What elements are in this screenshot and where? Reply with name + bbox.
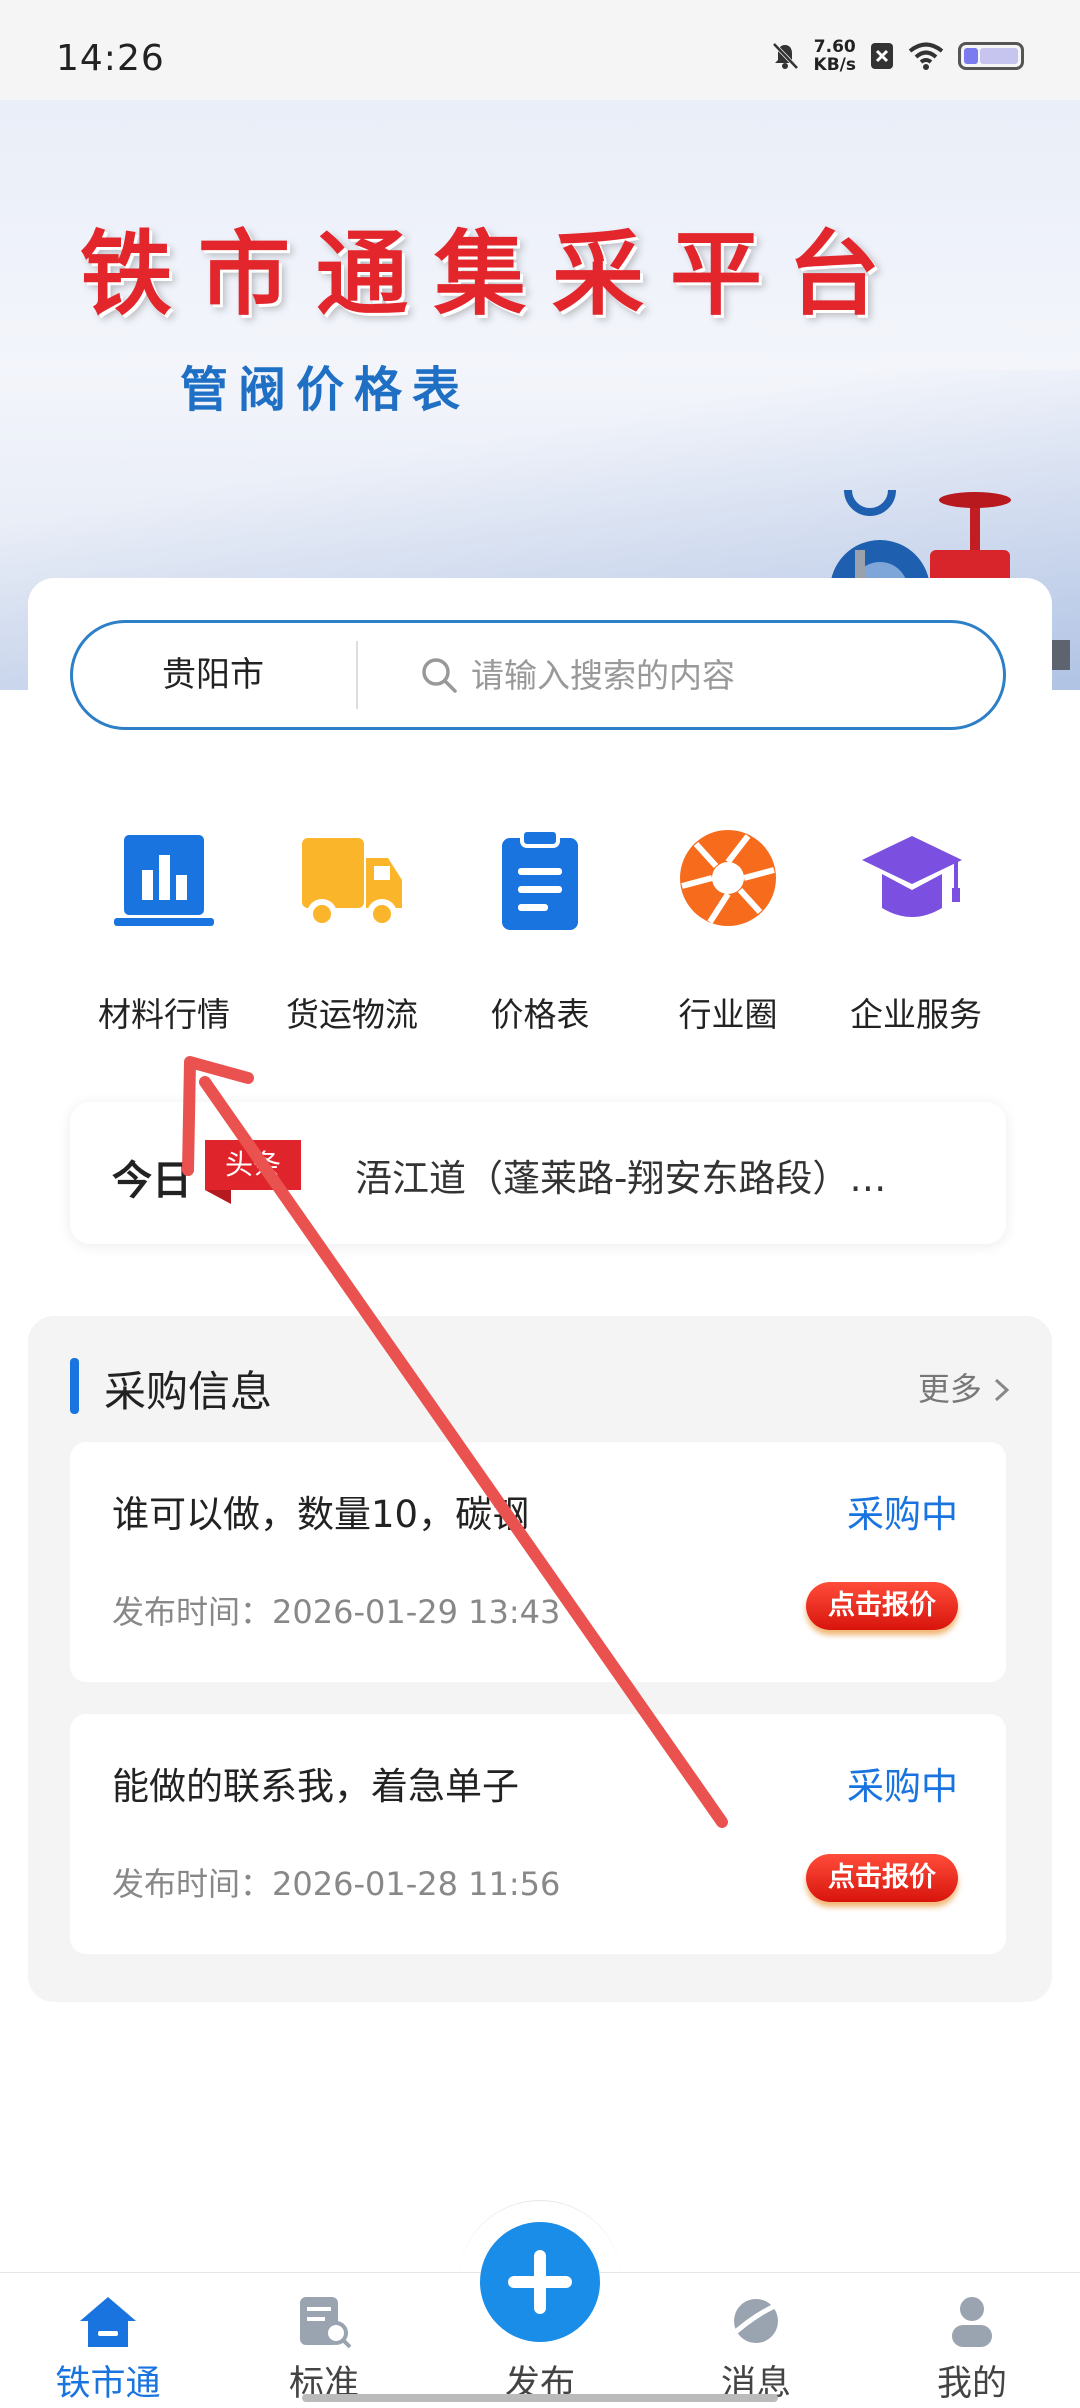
status-bar: 14:26 7.60 KB/s [0, 0, 1080, 100]
nav-label: 铁市通 [55, 2364, 161, 2404]
quick-menu-enterprise-service[interactable]: 企业服务 [822, 830, 1010, 1050]
document-search-icon [300, 2297, 352, 2349]
headline-banner[interactable]: 今日 头条 浯江道（蓬莱路-翔安东路段）… [70, 1102, 1006, 1244]
search-input[interactable] [471, 647, 971, 703]
nav-item-mine[interactable]: 我的 [864, 2273, 1080, 2408]
section-accent-bar [70, 1358, 79, 1414]
quick-menu-industry-circle[interactable]: 行业圈 [634, 830, 822, 1050]
quick-menu-label: 行业圈 [678, 995, 778, 1034]
banner-title: 铁市通集采平台 [80, 220, 907, 328]
chart-board-icon [114, 835, 214, 926]
aperture-icon [680, 830, 776, 926]
purchase-card-title: 能做的联系我，着急单子 [112, 1765, 519, 1808]
more-link[interactable]: 更多 [918, 1364, 1012, 1410]
nav-item-home[interactable]: 铁市通 [0, 2273, 216, 2408]
net-speed: 7.60 KB/s [813, 37, 856, 75]
truck-icon [302, 838, 402, 929]
quick-menu-logistics[interactable]: 货运物流 [258, 830, 446, 1050]
status-time: 14:26 [56, 38, 165, 79]
divider [356, 641, 358, 709]
status-icons: 7.60 KB/s [770, 38, 1024, 74]
purchase-section: 采购信息 更多 谁可以做，数量10，碳钢 发布时间：2026-01-29 13:… [28, 1316, 1052, 2002]
purchase-card-time: 发布时间：2026-01-28 11:56 [112, 1865, 561, 1903]
plus-icon [508, 2250, 572, 2314]
city-selector[interactable]: 贵阳市 [73, 623, 353, 727]
publish-button[interactable] [480, 2222, 600, 2342]
wifi-icon [908, 42, 944, 70]
headline-text[interactable]: 浯江道（蓬莱路-翔安东路段）… [355, 1148, 886, 1202]
quote-button[interactable]: 点击报价 [806, 1854, 958, 1902]
purchase-card-time: 发布时间：2026-01-29 13:43 [112, 1593, 561, 1631]
quick-menu-label: 价格表 [490, 995, 590, 1034]
quick-menu-label: 货运物流 [286, 995, 418, 1034]
banner-subtitle: 管阀价格表 [180, 362, 471, 418]
purchase-card-title: 谁可以做，数量10，碳钢 [112, 1493, 530, 1536]
quick-menu-material-market[interactable]: 材料行情 [70, 830, 258, 1050]
chevron-right-icon [994, 1378, 1010, 1402]
quote-button[interactable]: 点击报价 [806, 1582, 958, 1630]
user-icon [952, 2297, 992, 2347]
headline-badge: 头条 [205, 1140, 301, 1204]
nav-item-standard[interactable]: 标准 [216, 2273, 432, 2408]
more-label: 更多 [917, 1370, 982, 1408]
quick-menu: 材料行情 货运物流 价格表 行业圈 企业服务 [70, 830, 1010, 1050]
quick-menu-price-list[interactable]: 价格表 [446, 830, 634, 1050]
no-sim-icon [871, 43, 893, 69]
section-title: 采购信息 [104, 1367, 273, 1416]
purchase-card[interactable]: 能做的联系我，着急单子 发布时间：2026-01-28 11:56 采购中 点击… [70, 1714, 1006, 1954]
quick-menu-label: 企业服务 [850, 995, 982, 1034]
graduation-cap-icon [862, 836, 962, 917]
search-bar[interactable]: 贵阳市 [70, 620, 1006, 730]
quick-menu-label: 材料行情 [98, 995, 230, 1034]
home-indicator[interactable] [302, 2394, 778, 2402]
nav-label: 我的 [936, 2364, 1007, 2404]
nav-item-messages[interactable]: 消息 [648, 2273, 864, 2408]
mute-icon [772, 42, 798, 70]
home-icon [80, 2297, 136, 2347]
battery-icon [958, 42, 1024, 70]
purchase-card[interactable]: 谁可以做，数量10，碳钢 发布时间：2026-01-29 13:43 采购中 点… [70, 1442, 1006, 1682]
clipboard-icon [502, 830, 578, 930]
headline-today: 今日 [112, 1158, 192, 1204]
search-icon [422, 658, 457, 693]
purchase-card-status: 采购中 [847, 1493, 958, 1536]
purchase-card-status: 采购中 [847, 1765, 958, 1808]
planet-icon [728, 2299, 783, 2343]
